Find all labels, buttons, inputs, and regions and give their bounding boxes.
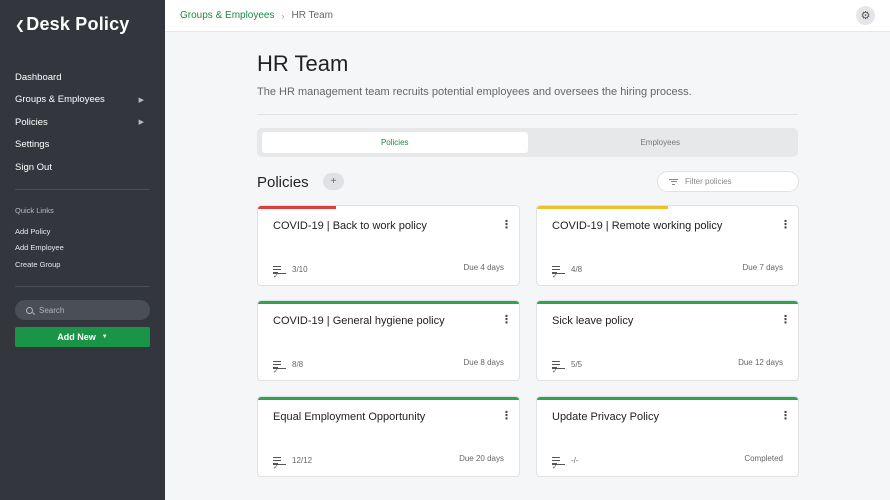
progress-bar [537,301,798,304]
topbar: Groups & Employees › HR Team ⚙ [165,0,890,32]
sidebar-item-policies[interactable]: Policies ▶ [0,111,165,134]
policy-progress: ✓ 4/8 [552,265,583,280]
add-new-button[interactable]: Add New ▼ [15,327,150,347]
breadcrumb: Groups & Employees › HR Team [180,10,333,21]
policy-card[interactable]: Equal Employment Opportunity ⋮ ✓ 12/12 D… [257,396,520,477]
sidebar: ❮ Desk Policy Dashboard Groups & Employe… [0,0,165,500]
kebab-icon[interactable]: ⋮ [780,315,791,326]
tab-policies[interactable]: Policies [262,132,528,153]
breadcrumb-current: HR Team [291,10,334,21]
progress-bar [258,397,519,400]
chevron-right-icon: › [281,10,285,21]
policy-progress: ✓ 3/10 [273,265,308,280]
due-label: Due 4 days [463,263,504,272]
policy-title: Equal Employment Opportunity [273,411,426,423]
add-new-label: Add New [57,332,96,342]
sidebar-divider [15,189,150,190]
policy-card[interactable]: COVID-19 | General hygiene policy ⋮ ✓ 8/… [257,300,520,381]
sidebar-item-label: Groups & Employees [15,94,105,106]
progress-bar [537,397,798,400]
progress-count: -/- [571,456,579,465]
progress-count: 3/10 [292,265,308,274]
due-label: Due 7 days [742,263,783,272]
policy-card[interactable]: Update Privacy Policy ⋮ ✓ -/- Completed [536,396,799,477]
logo-mark-icon: ❮ [15,17,26,32]
tasks-icon: ✓ [273,265,286,280]
tasks-icon: ✓ [273,456,286,471]
policy-progress: ✓ -/- [552,456,579,471]
sidebar-item-groups-employees[interactable]: Groups & Employees ▶ [0,89,165,112]
due-label: Due 8 days [463,358,504,367]
kebab-icon[interactable]: ⋮ [780,411,791,422]
add-policy-button[interactable]: + [323,173,344,190]
kebab-icon[interactable]: ⋮ [501,411,512,422]
policy-title: COVID-19 | Remote working policy [552,220,723,232]
policy-title: COVID-19 | Back to work policy [273,220,427,232]
progress-count: 5/5 [571,360,583,369]
header-divider [257,114,798,115]
chevron-right-icon: ▶ [138,96,144,104]
tasks-icon: ✓ [552,360,565,375]
search-icon [26,306,33,314]
progress-bar [258,301,519,304]
policy-card[interactable]: COVID-19 | Back to work policy ⋮ ✓ 3/10 … [257,205,520,286]
sidebar-item-label: Settings [15,139,50,151]
progress-count: 4/8 [571,265,583,274]
tab-bar: Policies Employees [257,128,798,157]
kebab-icon[interactable]: ⋮ [780,220,791,231]
progress-bar [537,206,668,209]
filter-box[interactable] [657,171,799,192]
quick-links-heading: Quick Links [15,206,54,215]
sidebar-item-label: Dashboard [15,71,62,83]
kebab-icon[interactable]: ⋮ [501,220,512,231]
filter-icon [669,178,678,185]
progress-count: 12/12 [292,456,313,465]
chevron-right-icon: ▶ [138,119,144,127]
sidebar-nav: Dashboard Groups & Employees ▶ Policies … [0,66,165,179]
sidebar-item-label: Sign Out [15,161,52,173]
page-description: The HR management team recruits potentia… [257,86,692,98]
breadcrumb-link-groups[interactable]: Groups & Employees [180,10,275,21]
policy-progress: ✓ 12/12 [273,456,313,471]
kebab-icon[interactable]: ⋮ [501,315,512,326]
policy-card[interactable]: Sick leave policy ⋮ ✓ 5/5 Due 12 days [536,300,799,381]
progress-bar [258,206,337,209]
progress-count: 8/8 [292,360,304,369]
policy-title: COVID-19 | General hygiene policy [273,315,445,327]
sidebar-item-settings[interactable]: Settings [0,134,165,157]
policy-progress: ✓ 5/5 [552,360,583,375]
policy-title: Update Privacy Policy [552,411,659,423]
app-title: Desk Policy [26,14,130,34]
filter-input[interactable] [685,177,795,186]
policy-card[interactable]: COVID-19 | Remote working policy ⋮ ✓ 4/8… [536,205,799,286]
sidebar-item-dashboard[interactable]: Dashboard [0,66,165,89]
caret-down-icon: ▼ [101,334,108,340]
due-label: Completed [744,454,783,463]
gear-icon: ⚙ [860,10,871,22]
due-label: Due 20 days [459,454,504,463]
quick-link-create-group[interactable]: Create Group [15,260,60,269]
tab-employees[interactable]: Employees [528,132,794,153]
due-label: Due 12 days [738,358,783,367]
sidebar-item-label: Policies [15,116,48,128]
sidebar-divider [15,286,150,287]
quick-link-add-policy[interactable]: Add Policy [15,227,50,236]
quick-link-add-employee[interactable]: Add Employee [15,243,64,252]
tasks-icon: ✓ [273,360,286,375]
policy-title: Sick leave policy [552,315,634,327]
page-title: HR Team [257,51,349,76]
policies-heading: Policies [257,174,309,191]
tasks-icon: ✓ [552,265,565,280]
policy-progress: ✓ 8/8 [273,360,304,375]
sidebar-search[interactable] [15,300,150,320]
search-input[interactable] [39,305,139,315]
settings-button[interactable]: ⚙ [856,6,875,25]
tasks-icon: ✓ [552,456,565,471]
app-logo[interactable]: ❮ Desk Policy [15,14,130,35]
sidebar-item-sign-out[interactable]: Sign Out [0,156,165,179]
